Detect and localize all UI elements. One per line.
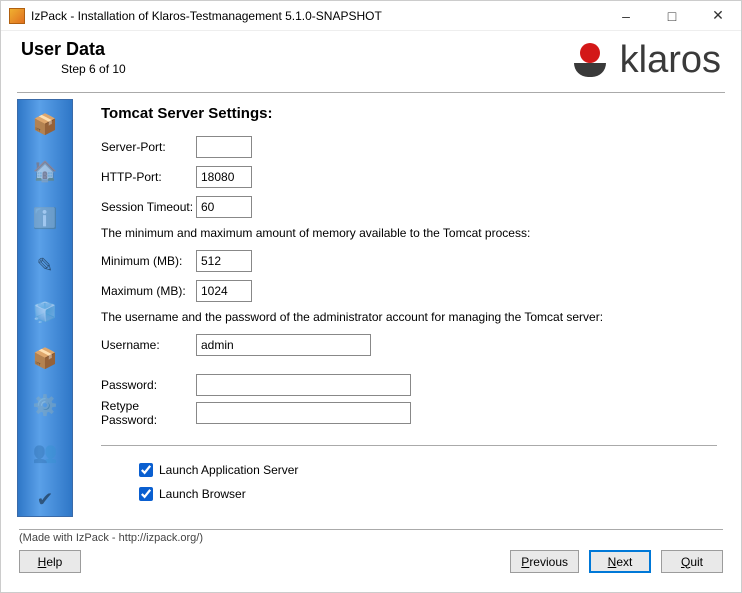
server-port-input[interactable] bbox=[196, 136, 252, 158]
logo-text: klaros bbox=[620, 39, 721, 82]
logo: klaros bbox=[570, 39, 721, 82]
http-port-label: HTTP-Port: bbox=[101, 170, 196, 184]
admin-note: The username and the password of the adm… bbox=[101, 310, 717, 324]
memory-note: The minimum and maximum amount of memory… bbox=[101, 226, 717, 240]
username-input[interactable] bbox=[196, 334, 371, 356]
package-icon[interactable]: 📦 bbox=[27, 108, 63, 141]
launch-server-label: Launch Application Server bbox=[159, 463, 298, 477]
main: 📦 🏠 ℹ️ ✎ 🧊 📦 ⚙️ 👥 ✔ Tomcat Server Settings: Serv… bbox=[1, 93, 741, 523]
close-button[interactable]: ✕ bbox=[695, 1, 741, 31]
titlebar: IzPack - Installation of Klaros-Testmana… bbox=[1, 1, 741, 31]
made-with: (Made with IzPack - http://izpack.org/) bbox=[19, 529, 723, 544]
launch-server-checkbox[interactable] bbox=[139, 463, 153, 477]
help-button[interactable]: Help bbox=[19, 550, 81, 573]
users-icon[interactable]: 👥 bbox=[27, 436, 63, 469]
header: User Data Step 6 of 10 klaros bbox=[1, 31, 741, 86]
section-heading: Tomcat Server Settings: bbox=[101, 105, 717, 122]
min-input[interactable] bbox=[196, 250, 252, 272]
edit-icon[interactable]: ✎ bbox=[27, 249, 63, 282]
password-label: Password: bbox=[101, 378, 196, 392]
settings-icon[interactable]: ⚙️ bbox=[27, 389, 63, 422]
max-label: Maximum (MB): bbox=[101, 284, 196, 298]
retype-password-input[interactable] bbox=[196, 402, 411, 424]
box-open-icon[interactable]: 📦 bbox=[27, 342, 63, 375]
info-icon[interactable]: ℹ️ bbox=[27, 202, 63, 235]
max-input[interactable] bbox=[196, 280, 252, 302]
next-button[interactable]: Next bbox=[589, 550, 651, 573]
check-icon[interactable]: ✔ bbox=[27, 483, 63, 516]
http-port-input[interactable] bbox=[196, 166, 252, 188]
content: Tomcat Server Settings: Server-Port: HTT… bbox=[73, 93, 741, 523]
window-title: IzPack - Installation of Klaros-Testmana… bbox=[31, 9, 603, 23]
page-title: User Data bbox=[21, 39, 570, 60]
password-input[interactable] bbox=[196, 374, 411, 396]
step-indicator: Step 6 of 10 bbox=[61, 62, 570, 76]
session-timeout-label: Session Timeout: bbox=[101, 200, 196, 214]
button-bar: Help Previous Next Quit bbox=[19, 550, 723, 573]
username-label: Username: bbox=[101, 338, 196, 352]
min-label: Minimum (MB): bbox=[101, 254, 196, 268]
server-port-label: Server-Port: bbox=[101, 140, 196, 154]
session-timeout-input[interactable] bbox=[196, 196, 252, 218]
section-divider bbox=[101, 445, 717, 446]
previous-button[interactable]: Previous bbox=[510, 550, 579, 573]
maximize-button[interactable]: □ bbox=[649, 1, 695, 31]
footer: (Made with IzPack - http://izpack.org/) … bbox=[1, 523, 741, 573]
home-icon[interactable]: 🏠 bbox=[27, 155, 63, 188]
logo-mark-icon bbox=[570, 41, 610, 81]
retype-password-label: Retype Password: bbox=[101, 399, 196, 427]
app-icon bbox=[9, 8, 25, 24]
header-left: User Data Step 6 of 10 bbox=[21, 39, 570, 76]
launch-browser-checkbox[interactable] bbox=[139, 487, 153, 501]
cube-icon[interactable]: 🧊 bbox=[27, 296, 63, 329]
launch-browser-label: Launch Browser bbox=[159, 487, 246, 501]
sidebar: 📦 🏠 ℹ️ ✎ 🧊 📦 ⚙️ 👥 ✔ bbox=[17, 99, 73, 517]
quit-button[interactable]: Quit bbox=[661, 550, 723, 573]
minimize-button[interactable]: – bbox=[603, 1, 649, 31]
